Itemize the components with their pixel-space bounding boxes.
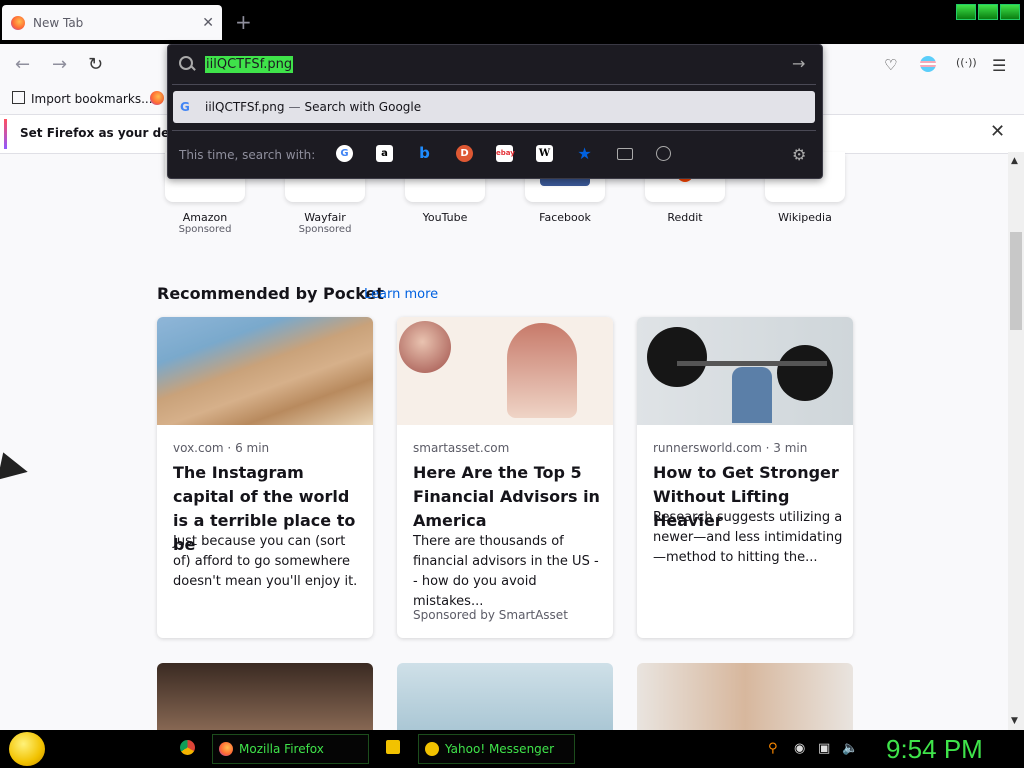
top-site-label[interactable]: Wayfair: [275, 211, 375, 224]
search-tray-icon[interactable]: ⚲: [768, 741, 778, 756]
article-image: [157, 317, 373, 425]
scroll-up-arrow-icon[interactable]: ▲: [1011, 156, 1018, 166]
pocket-learn-more-link[interactable]: Learn more: [364, 287, 438, 302]
article-source: smartasset.com: [413, 441, 510, 455]
close-window-button[interactable]: [1000, 4, 1020, 20]
reload-icon[interactable]: ↻: [88, 54, 103, 75]
article-image: [397, 317, 613, 425]
one-off-search-label: This time, search with:: [179, 148, 316, 162]
chrome-icon[interactable]: [179, 739, 196, 756]
tabs-icon[interactable]: [617, 148, 633, 160]
barbell-plate-illustration: [647, 327, 707, 387]
top-site-label[interactable]: Reddit: [635, 211, 735, 224]
account-avatar-icon[interactable]: [920, 56, 936, 72]
article-excerpt: Just because you can (sort of) afford to…: [173, 534, 358, 589]
tab-close-icon[interactable]: ✕: [202, 15, 214, 31]
firefox-bookmark-icon[interactable]: [150, 91, 164, 105]
pocket-card[interactable]: runnersworld.com · 3 min How to Get Stro…: [637, 317, 853, 638]
top-site-label[interactable]: YouTube: [395, 211, 495, 224]
window-controls[interactable]: [956, 4, 1020, 20]
import-bookmarks-label: Import bookmarks...: [31, 92, 153, 106]
taskbar-clock[interactable]: 9:54 PM: [886, 734, 983, 765]
sponsored-label: Sponsored by SmartAsset: [413, 608, 568, 622]
article-excerpt: Research suggests utilizing a newer—and …: [653, 510, 843, 565]
suggestion-query: iilQCTFSf.png: [205, 100, 285, 114]
notification-accent: [4, 119, 7, 149]
urlbar-separator: [172, 84, 816, 85]
gear-icon[interactable]: ⚙: [792, 145, 806, 164]
url-input[interactable]: iilQCTFSf.png: [205, 56, 294, 73]
pocket-card[interactable]: vox.com · 6 min The Instagram capital of…: [157, 317, 373, 638]
import-bookmarks-link[interactable]: Import bookmarks...: [12, 91, 153, 106]
top-site-label[interactable]: Wikipedia: [755, 211, 855, 224]
tray-status-icon[interactable]: ◉: [794, 741, 805, 756]
suggestion-text[interactable]: iilQCTFSf.png — Search with Google: [205, 100, 421, 114]
pocket-card-image[interactable]: [157, 663, 373, 733]
firefox-icon: [11, 15, 25, 30]
pocket-icon[interactable]: ♡: [884, 56, 897, 74]
woman-illustration: [507, 323, 577, 418]
globe-illustration: [399, 321, 451, 373]
extensions-icon[interactable]: ((·)): [956, 56, 977, 69]
taskbar-yahoo-button[interactable]: Yahoo! Messenger: [418, 734, 575, 764]
duckduckgo-icon[interactable]: D: [456, 145, 473, 162]
article-excerpt: There are thousands of financial advisor…: [413, 534, 599, 609]
top-site-sponsored: Sponsored: [178, 224, 232, 235]
volume-icon[interactable]: 🔈: [842, 741, 858, 756]
notification-close-icon[interactable]: ✕: [990, 121, 1005, 142]
network-icon[interactable]: ▣: [818, 741, 830, 756]
article-title[interactable]: Here Are the Top 5 Financial Advisors in…: [413, 461, 603, 533]
minimize-button[interactable]: [956, 4, 976, 20]
taskbar-firefox-label: Mozilla Firefox: [239, 742, 324, 756]
folder-icon[interactable]: [386, 740, 400, 754]
athlete-illustration: [732, 367, 772, 423]
firefox-icon: [219, 742, 233, 756]
pocket-card[interactable]: smartasset.com Here Are the Top 5 Financ…: [397, 317, 613, 638]
wikipedia-icon[interactable]: W: [536, 145, 553, 162]
top-site-sponsored: Sponsored: [298, 224, 352, 235]
bookmarks-star-icon[interactable]: ★: [576, 145, 593, 162]
scroll-down-arrow-icon[interactable]: ▼: [1011, 716, 1018, 726]
cursor-icon: [0, 452, 31, 486]
top-site-label[interactable]: Facebook: [515, 211, 615, 224]
import-icon: [12, 91, 25, 104]
new-tab-button[interactable]: +: [235, 10, 252, 34]
start-smiley-icon[interactable]: [9, 732, 45, 766]
tab-new-tab[interactable]: New Tab ✕: [2, 5, 222, 40]
tab-title: New Tab: [33, 15, 84, 30]
pocket-heading: Recommended by Pocket: [157, 284, 384, 303]
top-site-label[interactable]: Amazon: [155, 211, 255, 224]
article-source: runnersworld.com · 3 min: [653, 441, 808, 455]
taskbar-firefox-button[interactable]: Mozilla Firefox: [212, 734, 369, 764]
google-icon: G: [180, 100, 190, 114]
forward-icon[interactable]: →: [52, 54, 67, 75]
search-icon: [179, 56, 193, 70]
ebay-icon[interactable]: ebay: [496, 145, 515, 162]
suggestion-separator: —: [288, 100, 301, 114]
yahoo-smiley-icon: [425, 742, 439, 756]
article-image: [637, 317, 853, 425]
google-icon[interactable]: G: [336, 145, 353, 162]
scroll-thumb[interactable]: [1010, 232, 1022, 330]
go-arrow-icon[interactable]: →: [792, 54, 805, 73]
article-source: vox.com · 6 min: [173, 441, 270, 455]
urlbar-separator: [172, 130, 816, 131]
pocket-card-image[interactable]: [397, 663, 613, 733]
taskbar-yahoo-label: Yahoo! Messenger: [445, 742, 555, 756]
suggestion-action: Search with Google: [304, 100, 422, 114]
barbell-plate-illustration: [777, 345, 833, 401]
back-icon[interactable]: ←: [15, 54, 30, 75]
pocket-card-image[interactable]: [637, 663, 853, 733]
history-icon[interactable]: [656, 146, 671, 161]
bing-icon[interactable]: b: [416, 145, 433, 162]
maximize-button[interactable]: [978, 4, 998, 20]
amazon-icon[interactable]: a: [376, 145, 393, 162]
menu-icon[interactable]: ☰: [992, 56, 1006, 75]
barbell-bar-illustration: [677, 361, 827, 366]
